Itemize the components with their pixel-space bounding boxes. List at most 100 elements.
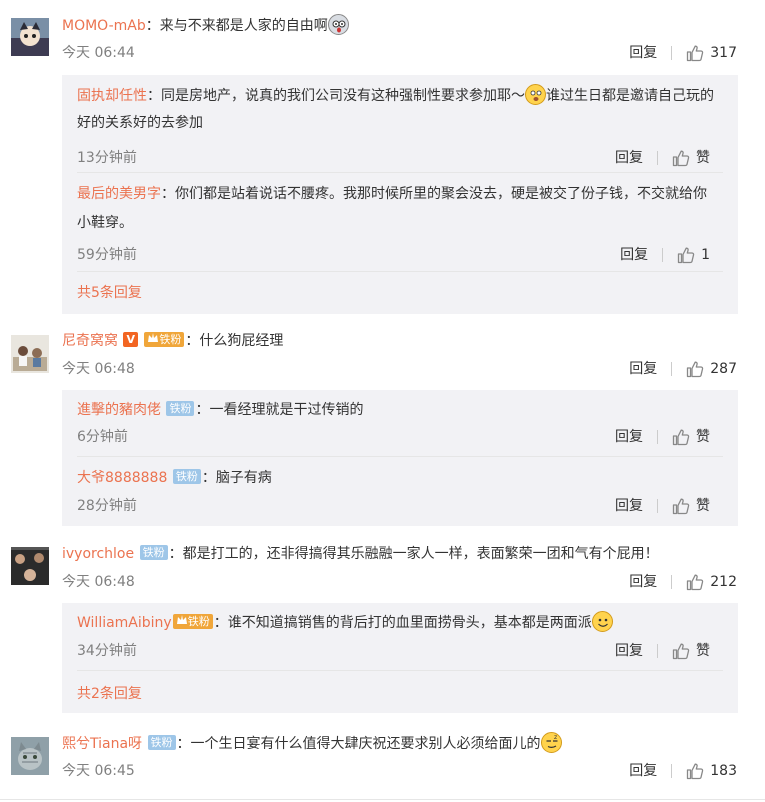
divider xyxy=(662,248,664,262)
reply-text: 脑子有病 xyxy=(215,470,272,486)
divider xyxy=(657,499,658,513)
username[interactable]: 尼奇窝窝 xyxy=(62,333,118,349)
reply-meta: 34分钟前 回复 赞 xyxy=(77,640,710,662)
timestamp: 今天 06:48 xyxy=(62,361,135,377)
avatar[interactable] xyxy=(11,737,49,775)
reply-button[interactable]: 回复 xyxy=(620,244,648,266)
reply-button[interactable]: 回复 xyxy=(615,640,643,662)
reply-button[interactable]: 回复 xyxy=(629,760,657,782)
divider xyxy=(671,764,673,778)
fan-badge: 铁粉 xyxy=(144,331,185,347)
thumb-up-icon xyxy=(686,360,704,378)
like-label: 赞 xyxy=(696,150,710,166)
timestamp: 13分钟前 xyxy=(77,150,137,166)
reply-meta: 13分钟前 回复 赞 xyxy=(77,147,710,169)
like-button[interactable]: 赞 xyxy=(672,640,710,662)
bottom-divider xyxy=(0,799,765,800)
hush-emoji-icon xyxy=(525,83,546,105)
more-replies-link[interactable]: 共5条回复 xyxy=(77,282,142,304)
like-label: 赞 xyxy=(696,498,710,514)
reply-text: 一看经理就是干过传销的 xyxy=(209,402,364,418)
avatar[interactable] xyxy=(11,18,49,56)
reply-button[interactable]: 回复 xyxy=(629,358,657,380)
like-count: 1 xyxy=(701,247,710,263)
comment-actions: 回复 183 xyxy=(629,760,737,782)
username[interactable]: WilliamAibiny xyxy=(77,615,172,631)
username[interactable]: ivyorchloe xyxy=(62,546,134,562)
username[interactable]: 大爷8888888 xyxy=(77,470,167,486)
reply-line: 進擊的豬肉佬 铁粉 ：一看经理就是干过传销的 xyxy=(77,400,364,418)
avatar-image xyxy=(11,547,49,585)
more-replies-link[interactable]: 共2条回复 xyxy=(77,683,142,705)
crown-icon xyxy=(176,614,187,624)
comment-line: ivyorchloe 铁粉 ：都是打工的，还非得搞得其乐融融一家人一样，表面繁荣一… xyxy=(62,544,659,562)
timestamp: 59分钟前 xyxy=(77,247,137,263)
svg-text:z: z xyxy=(554,734,557,741)
reply-actions: 回复 赞 xyxy=(615,147,710,169)
reply-divider xyxy=(77,172,723,173)
username[interactable]: 熙兮Tiana呀 xyxy=(62,736,142,752)
like-button[interactable]: 212 xyxy=(686,571,737,593)
reply-meta: 59分钟前 回复 1 xyxy=(77,244,710,266)
comment-line: MOMO-mAb：来与不来都是人家的自由啊 xyxy=(62,13,745,37)
crown-icon xyxy=(148,332,159,342)
reply-button[interactable]: 回复 xyxy=(615,426,643,448)
thumb-up-icon xyxy=(672,497,690,515)
reply-button[interactable]: 回复 xyxy=(629,42,657,64)
iron-fan-badge: 铁粉 xyxy=(172,468,201,484)
like-button[interactable]: 183 xyxy=(686,760,737,782)
username[interactable]: 最后的美男字 xyxy=(77,186,161,202)
reply-text: 同是房地产，说真的我们公司没有这种强制性要求参加耶～ xyxy=(161,88,525,104)
reply-actions: 回复 赞 xyxy=(615,426,710,448)
divider xyxy=(671,46,673,60)
like-button[interactable]: 317 xyxy=(686,42,737,64)
divider xyxy=(657,151,658,165)
thumb-up-icon xyxy=(686,44,704,62)
comment-actions: 回复 212 xyxy=(629,571,737,593)
timestamp: 34分钟前 xyxy=(77,643,137,659)
username[interactable]: 進擊的豬肉佬 xyxy=(77,402,161,418)
like-button[interactable]: 赞 xyxy=(672,426,710,448)
reply-actions: 回复 赞 xyxy=(615,640,710,662)
reply-line: 最后的美男字：你们都是站着说话不腰疼。我那时候所里的聚会没去，硬是被交了份子钱，… xyxy=(77,186,707,231)
like-label: 赞 xyxy=(696,429,710,445)
like-count: 317 xyxy=(710,45,737,61)
like-button[interactable]: 赞 xyxy=(672,495,710,517)
timestamp: 今天 06:45 xyxy=(62,763,135,779)
avatar-image xyxy=(11,18,49,56)
like-count: 212 xyxy=(710,574,737,590)
comment-actions: 回复 317 xyxy=(629,42,737,64)
divider xyxy=(671,575,673,589)
dizzy-emoji-icon xyxy=(327,13,349,35)
divider xyxy=(671,362,673,376)
username[interactable]: MOMO-mAb xyxy=(62,18,146,34)
avatar[interactable] xyxy=(11,335,49,373)
reply-line: 大爷8888888 铁粉 ：脑子有病 xyxy=(77,468,272,486)
thumb-up-icon xyxy=(686,573,704,591)
timestamp: 今天 06:44 xyxy=(62,45,135,61)
iron-fan-badge: 铁粉 xyxy=(147,734,176,750)
reply-list: 進擊的豬肉佬 铁粉 ：一看经理就是干过传销的 6分钟前 回复 赞 大爷888888… xyxy=(62,390,738,526)
comment-meta: 今天 06:44 回复 317 xyxy=(62,42,737,64)
reply-button[interactable]: 回复 xyxy=(629,571,657,593)
comment-text: 都是打工的，还非得搞得其乐融融一家人一样，表面繁荣一团和气有个屁用！ xyxy=(182,546,659,562)
reply-button[interactable]: 回复 xyxy=(615,495,643,517)
like-button[interactable]: 287 xyxy=(686,358,737,380)
reply-button[interactable]: 回复 xyxy=(615,147,643,169)
reply-divider xyxy=(77,271,723,272)
thumb-up-icon xyxy=(686,762,704,780)
username[interactable]: 固执却任性 xyxy=(77,88,147,104)
like-count: 287 xyxy=(710,361,737,377)
sleepy-emoji-icon: z xyxy=(540,731,562,753)
reply-actions: 回复 赞 xyxy=(615,495,710,517)
avatar[interactable] xyxy=(11,547,49,585)
comment-meta: 今天 06:48 回复 287 xyxy=(62,358,737,380)
reply-text: 谁不知道搞销售的背后打的血里面捞骨头，基本都是两面派 xyxy=(227,615,592,631)
comment-text: 来与不来都是人家的自由啊 xyxy=(159,18,328,34)
thumb-up-icon xyxy=(672,428,690,446)
reply-meta: 6分钟前 回复 赞 xyxy=(77,426,710,448)
smile-emoji-icon xyxy=(591,610,613,632)
like-button[interactable]: 赞 xyxy=(672,147,710,169)
divider xyxy=(657,644,658,658)
like-button[interactable]: 1 xyxy=(677,244,710,266)
